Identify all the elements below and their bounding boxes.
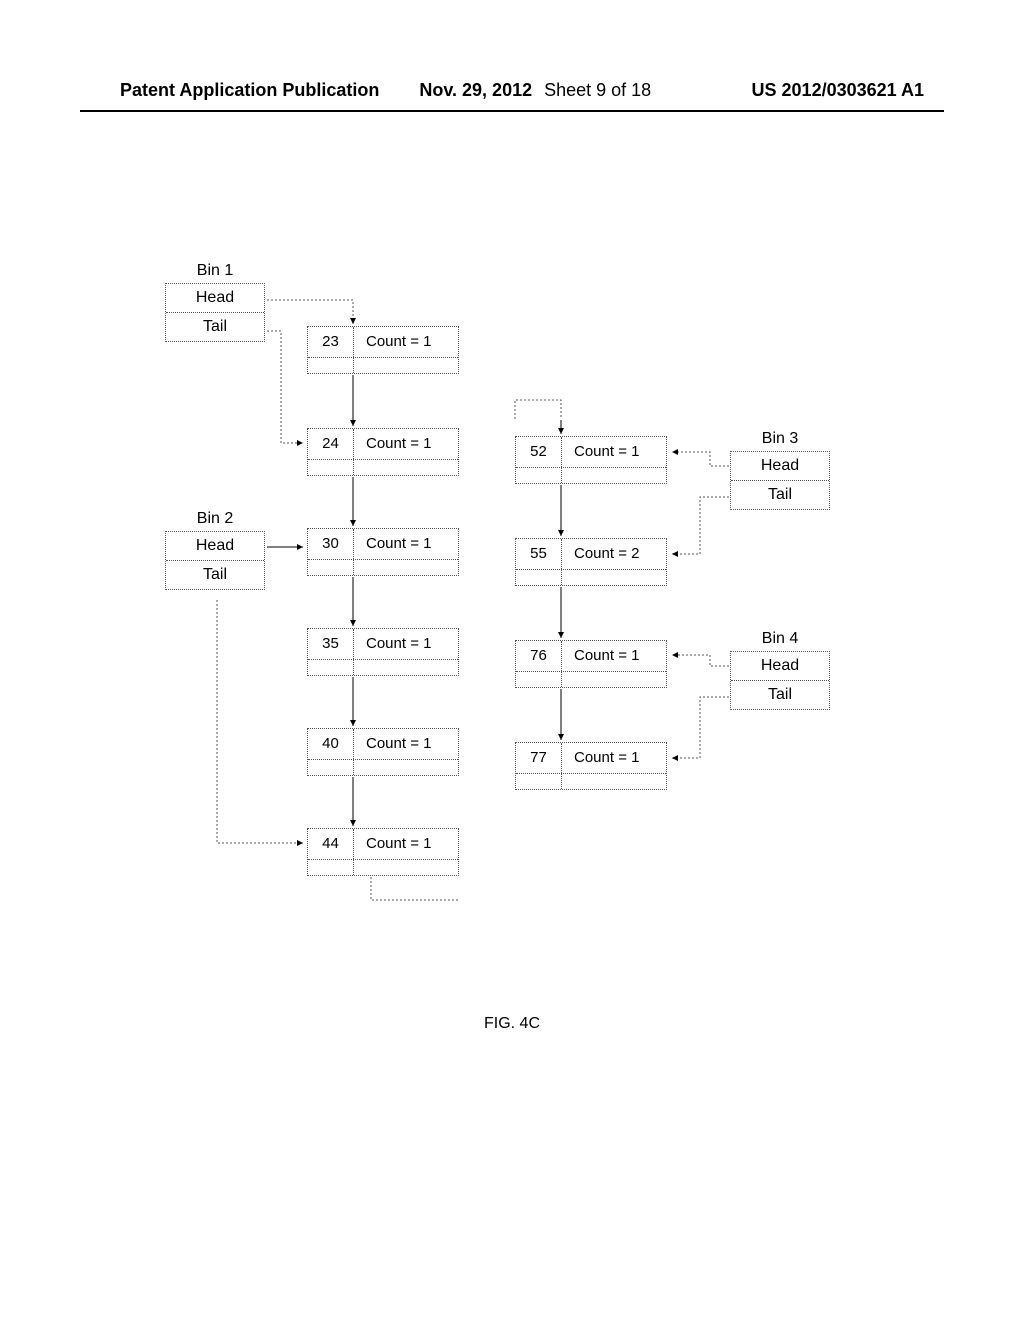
bin-2: Bin 2 Head Tail: [165, 510, 265, 590]
connectors: [0, 0, 1024, 1320]
node-55-value: 55: [516, 539, 562, 569]
figure-label: FIG. 4C: [0, 1015, 1024, 1033]
page: Patent Application Publication Nov. 29, …: [0, 0, 1024, 1320]
node-55-count: Count = 2: [562, 539, 666, 569]
bin-1-label: Bin 1: [165, 262, 265, 280]
bin-1-tail: Tail: [166, 313, 264, 341]
node-44-count: Count = 1: [354, 829, 458, 859]
bin-2-head: Head: [166, 532, 264, 561]
node-52-value: 52: [516, 437, 562, 467]
bin-2-label: Bin 2: [165, 510, 265, 528]
node-77: 77 Count = 1: [515, 742, 667, 790]
node-44-value: 44: [308, 829, 354, 859]
node-35-value: 35: [308, 629, 354, 659]
node-24-value: 24: [308, 429, 354, 459]
node-52: 52 Count = 1: [515, 436, 667, 484]
node-30-count: Count = 1: [354, 529, 458, 559]
node-24-count: Count = 1: [354, 429, 458, 459]
bin-4: Bin 4 Head Tail: [730, 630, 830, 710]
bin-4-tail: Tail: [731, 681, 829, 709]
node-40-value: 40: [308, 729, 354, 759]
node-24: 24 Count = 1: [307, 428, 459, 476]
diagram-canvas: Bin 1 Head Tail Bin 2 Head Tail Bin 3 He…: [0, 0, 1024, 1320]
node-76-count: Count = 1: [562, 641, 666, 671]
bin-2-box: Head Tail: [165, 531, 265, 590]
node-30-value: 30: [308, 529, 354, 559]
node-23-value: 23: [308, 327, 354, 357]
node-40: 40 Count = 1: [307, 728, 459, 776]
bin-3-box: Head Tail: [730, 451, 830, 510]
node-77-count: Count = 1: [562, 743, 666, 773]
node-40-count: Count = 1: [354, 729, 458, 759]
bin-3: Bin 3 Head Tail: [730, 430, 830, 510]
bin-3-head: Head: [731, 452, 829, 481]
bin-3-tail: Tail: [731, 481, 829, 509]
bin-1-box: Head Tail: [165, 283, 265, 342]
bin-4-box: Head Tail: [730, 651, 830, 710]
node-23-count: Count = 1: [354, 327, 458, 357]
node-77-value: 77: [516, 743, 562, 773]
bin-4-head: Head: [731, 652, 829, 681]
node-76-value: 76: [516, 641, 562, 671]
bin-2-tail: Tail: [166, 561, 264, 589]
bin-3-label: Bin 3: [730, 430, 830, 448]
node-76: 76 Count = 1: [515, 640, 667, 688]
node-52-count: Count = 1: [562, 437, 666, 467]
node-35-count: Count = 1: [354, 629, 458, 659]
node-35: 35 Count = 1: [307, 628, 459, 676]
node-23: 23 Count = 1: [307, 326, 459, 374]
bin-1-head: Head: [166, 284, 264, 313]
node-44: 44 Count = 1: [307, 828, 459, 876]
bin-1: Bin 1 Head Tail: [165, 262, 265, 342]
node-55: 55 Count = 2: [515, 538, 667, 586]
node-30: 30 Count = 1: [307, 528, 459, 576]
bin-4-label: Bin 4: [730, 630, 830, 648]
